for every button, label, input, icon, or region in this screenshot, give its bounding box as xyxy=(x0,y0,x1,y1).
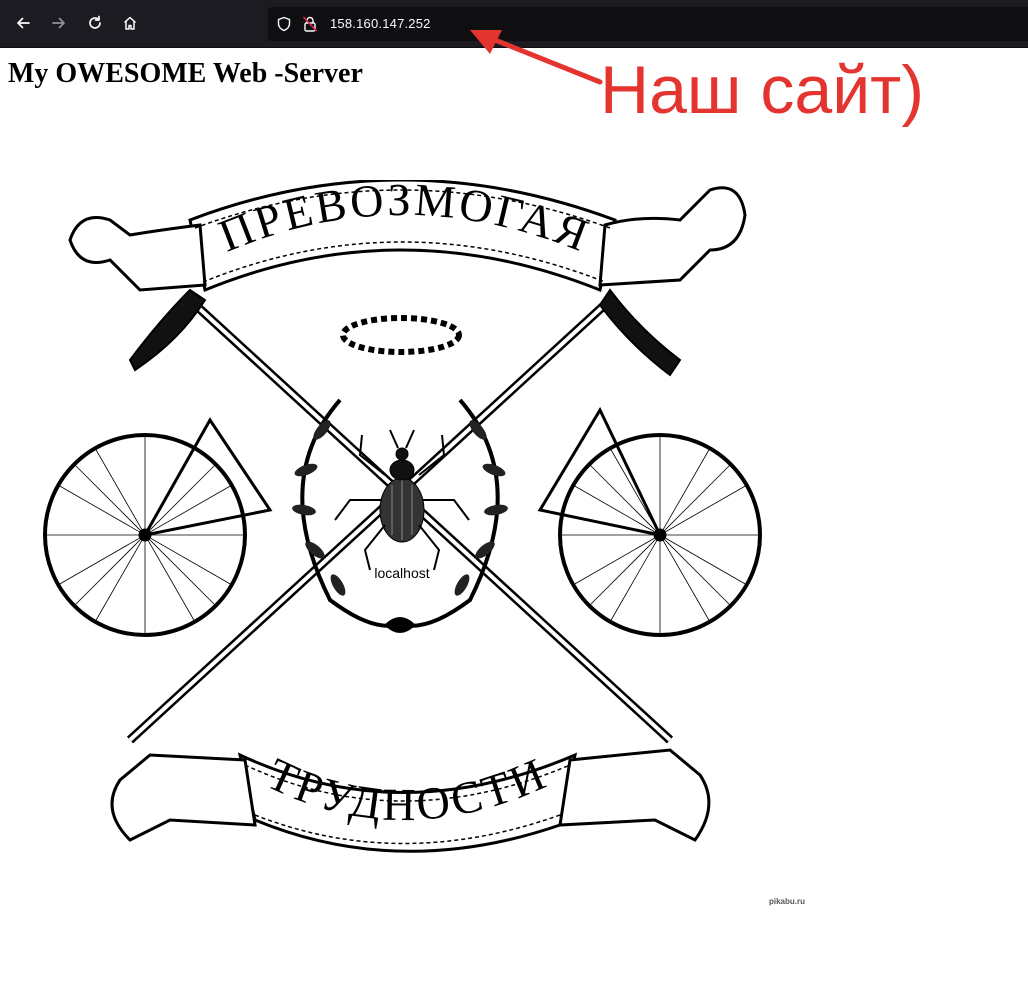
emblem-illustration: ПРЕВОЗМОГАЯ localhost ТРУДНОСТИ xyxy=(43,180,762,853)
page-heading: My OWESOME Web -Server xyxy=(8,58,363,89)
reload-button[interactable] xyxy=(80,8,110,38)
forward-button[interactable] xyxy=(44,8,74,38)
watermark: pikabu.ru xyxy=(769,897,806,906)
home-icon xyxy=(123,16,137,30)
center-label: localhost xyxy=(374,565,429,581)
halo xyxy=(340,315,462,355)
reload-icon xyxy=(89,15,101,29)
arrow-left-icon xyxy=(17,17,30,29)
arrow-right-icon xyxy=(52,17,65,29)
insecure-lock-icon[interactable] xyxy=(302,15,318,33)
back-button[interactable] xyxy=(8,8,38,38)
url-text: 158.160.147.252 xyxy=(330,16,431,31)
shield-icon[interactable] xyxy=(276,16,292,32)
annotation-arrow xyxy=(470,30,603,85)
home-button[interactable] xyxy=(115,8,145,38)
annotation-label: Наш сайт) xyxy=(600,52,924,128)
address-bar[interactable]: 158.160.147.252 xyxy=(268,7,1028,41)
